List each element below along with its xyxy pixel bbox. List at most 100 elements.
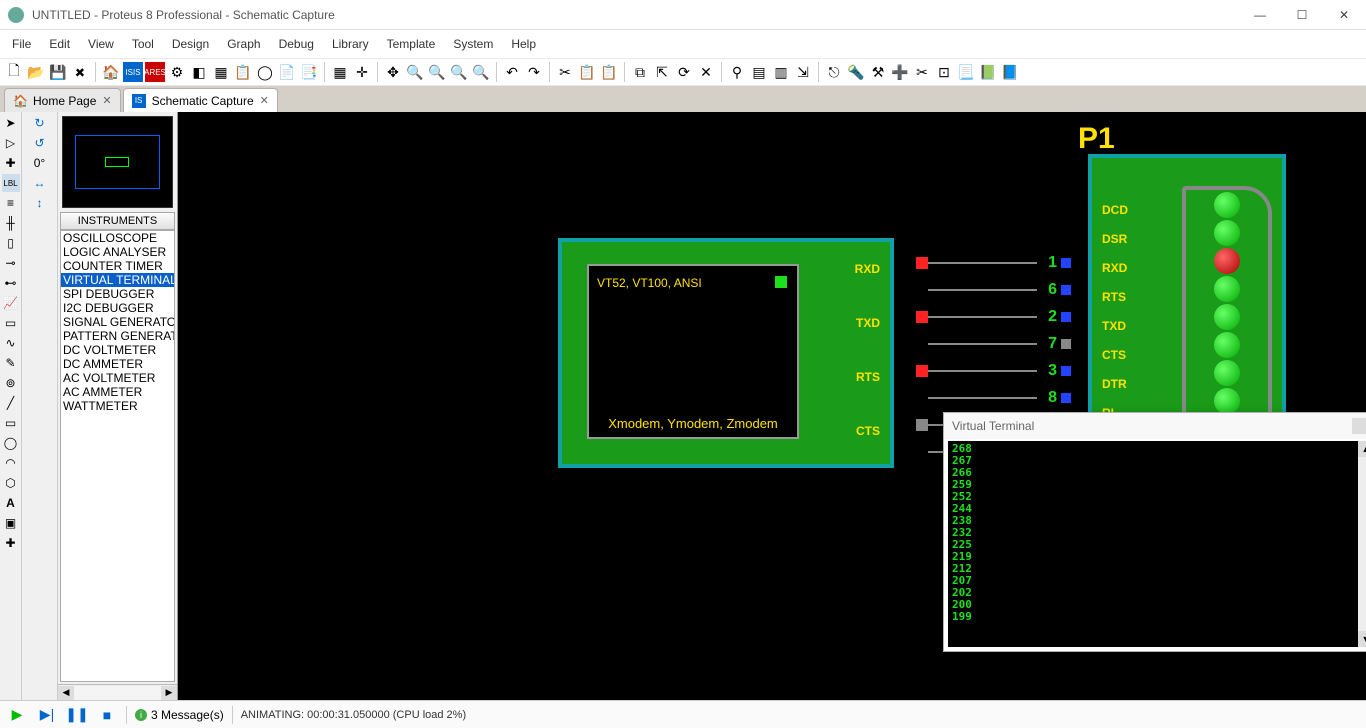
make-icon[interactable]: ▤ — [749, 62, 769, 82]
tb-icon-4[interactable]: 📋 — [233, 62, 253, 82]
menu-debug[interactable]: Debug — [271, 33, 322, 55]
subcircuit-tool-icon[interactable]: ▯ — [2, 234, 20, 252]
copy-icon[interactable]: 📋 — [577, 62, 597, 82]
tb-icon-3[interactable]: ▦ — [211, 62, 231, 82]
isis-icon[interactable]: ISIS — [123, 62, 143, 82]
zoom-in-icon[interactable]: 🔍 — [405, 62, 425, 82]
instrument-item[interactable]: SPI DEBUGGER — [61, 287, 174, 301]
menu-file[interactable]: File — [4, 33, 39, 55]
recorder-tool-icon[interactable]: ▭ — [2, 314, 20, 332]
circle-tool-icon[interactable]: ◯ — [2, 434, 20, 452]
schematic-canvas[interactable]: P1 VT52, VT100, ANSI Xmodem, Ymodem, Zmo… — [178, 112, 1366, 700]
play-button[interactable]: ▶ — [6, 705, 28, 725]
rect-tool-icon[interactable]: ▭ — [2, 414, 20, 432]
hscrollbar[interactable]: ◀ ▶ — [58, 684, 177, 700]
instrument-item[interactable]: VIRTUAL TERMINAL — [61, 273, 174, 287]
wire-auto-icon[interactable]: ⎋ — [824, 62, 844, 82]
tab-close-icon[interactable]: ✕ — [102, 94, 111, 107]
tab-home[interactable]: 🏠 Home Page ✕ — [4, 88, 121, 112]
menu-graph[interactable]: Graph — [219, 33, 268, 55]
messages-link[interactable]: i 3 Message(s) — [135, 708, 224, 722]
instrument-item[interactable]: DC VOLTMETER — [61, 343, 174, 357]
instrument-tool-icon[interactable]: ⊚ — [2, 374, 20, 392]
zoom-fit-icon[interactable]: 🔍 — [449, 62, 469, 82]
tab-schematic[interactable]: IS Schematic Capture ✕ — [123, 88, 278, 112]
del-sheet-icon[interactable]: ✂ — [912, 62, 932, 82]
vt-title-bar[interactable]: Virtual Terminal — [944, 413, 1366, 439]
search-icon[interactable]: 🔦 — [846, 62, 866, 82]
graph-tool-icon[interactable]: 📈 — [2, 294, 20, 312]
save-icon[interactable]: 💾 — [48, 62, 68, 82]
pause-button[interactable]: ❚❚ — [66, 705, 88, 725]
bom-icon[interactable]: 📃 — [956, 62, 976, 82]
vt-output-area[interactable]: 2682672662592522442382322252192122072022… — [948, 441, 1358, 647]
select-tool-icon[interactable]: ➤ — [2, 114, 20, 132]
instrument-item[interactable]: LOGIC ANALYSER — [61, 245, 174, 259]
menu-system[interactable]: System — [445, 33, 501, 55]
symbol-tool-icon[interactable]: ▣ — [2, 514, 20, 532]
block-rotate-icon[interactable]: ⟳ — [674, 62, 694, 82]
tb-icon-6[interactable]: 📄 — [277, 62, 297, 82]
package-icon[interactable]: ▥ — [771, 62, 791, 82]
new-sheet-icon[interactable]: ➕ — [890, 62, 910, 82]
rotate-ccw-icon[interactable]: ↺ — [25, 134, 55, 152]
virtual-terminal-window[interactable]: Virtual Terminal 26826726625925224423823… — [943, 412, 1366, 652]
instrument-item[interactable]: AC VOLTMETER — [61, 371, 174, 385]
vt-scrollbar[interactable]: ▲ ▼ — [1358, 441, 1366, 647]
bus-tool-icon[interactable]: ╫ — [2, 214, 20, 232]
redo-icon[interactable]: ↷ — [524, 62, 544, 82]
block-copy-icon[interactable]: ⧉ — [630, 62, 650, 82]
component-tool-icon[interactable]: ▷ — [2, 134, 20, 152]
step-button[interactable]: ▶| — [36, 705, 58, 725]
menu-help[interactable]: Help — [503, 33, 544, 55]
home-icon[interactable]: 🏠 — [101, 62, 121, 82]
instrument-item[interactable]: WATTMETER — [61, 399, 174, 413]
close-button[interactable]: ✕ — [1330, 4, 1358, 26]
cut-icon[interactable]: ✂ — [555, 62, 575, 82]
preview-window[interactable] — [62, 116, 173, 208]
tab-close-icon[interactable]: ✕ — [260, 94, 269, 107]
tb-icon-1[interactable]: ⚙ — [167, 62, 187, 82]
block-move-icon[interactable]: ⇱ — [652, 62, 672, 82]
tb-icon-2[interactable]: ◧ — [189, 62, 209, 82]
scroll-left-icon[interactable]: ◀ — [58, 686, 74, 700]
instrument-item[interactable]: SIGNAL GENERATOR — [61, 315, 174, 329]
instrument-item[interactable]: I2C DEBUGGER — [61, 301, 174, 315]
ares-icon[interactable]: ARES — [145, 62, 165, 82]
flip-vert-icon[interactable]: ↕ — [25, 194, 55, 212]
text2d-tool-icon[interactable]: A — [2, 494, 20, 512]
zoom-sheet-icon[interactable]: ⊡ — [934, 62, 954, 82]
scroll-right-icon[interactable]: ▶ — [161, 686, 177, 700]
new-icon[interactable]: 🗋 — [4, 62, 24, 82]
instrument-item[interactable]: PATTERN GENERATO — [61, 329, 174, 343]
menu-view[interactable]: View — [80, 33, 122, 55]
menu-tool[interactable]: Tool — [124, 33, 162, 55]
angle-display[interactable]: 0° — [25, 154, 55, 172]
zoom-out-icon[interactable]: 🔍 — [427, 62, 447, 82]
undo-icon[interactable]: ↶ — [502, 62, 522, 82]
scroll-down-icon[interactable]: ▼ — [1358, 631, 1366, 647]
stop-button[interactable]: ■ — [96, 705, 118, 725]
rotate-cw-icon[interactable]: ↻ — [25, 114, 55, 132]
paste-icon[interactable]: 📋 — [599, 62, 619, 82]
instrument-item[interactable]: AC AMMETER — [61, 385, 174, 399]
terminal-tool-icon[interactable]: ⊸ — [2, 254, 20, 272]
flip-horiz-icon[interactable]: ↔ — [25, 174, 55, 192]
marker-tool-icon[interactable]: ✚ — [2, 534, 20, 552]
menu-library[interactable]: Library — [324, 33, 377, 55]
arc-tool-icon[interactable]: ◠ — [2, 454, 20, 472]
text-tool-icon[interactable]: ≡ — [2, 194, 20, 212]
probe-tool-icon[interactable]: ✎ — [2, 354, 20, 372]
block-delete-icon[interactable]: ✕ — [696, 62, 716, 82]
junction-tool-icon[interactable]: ✚ — [2, 154, 20, 172]
label-tool-icon[interactable]: LBL — [2, 174, 20, 192]
vt-close-icon[interactable] — [1352, 418, 1366, 434]
maximize-button[interactable]: ☐ — [1288, 4, 1316, 26]
generator-tool-icon[interactable]: ∿ — [2, 334, 20, 352]
netlist-icon[interactable]: 📘 — [1000, 62, 1020, 82]
menu-edit[interactable]: Edit — [41, 33, 78, 55]
instrument-item[interactable]: DC AMMETER — [61, 357, 174, 371]
decompose-icon[interactable]: ⇲ — [793, 62, 813, 82]
pick-icon[interactable]: ⚲ — [727, 62, 747, 82]
tb-icon-5[interactable]: ◯ — [255, 62, 275, 82]
